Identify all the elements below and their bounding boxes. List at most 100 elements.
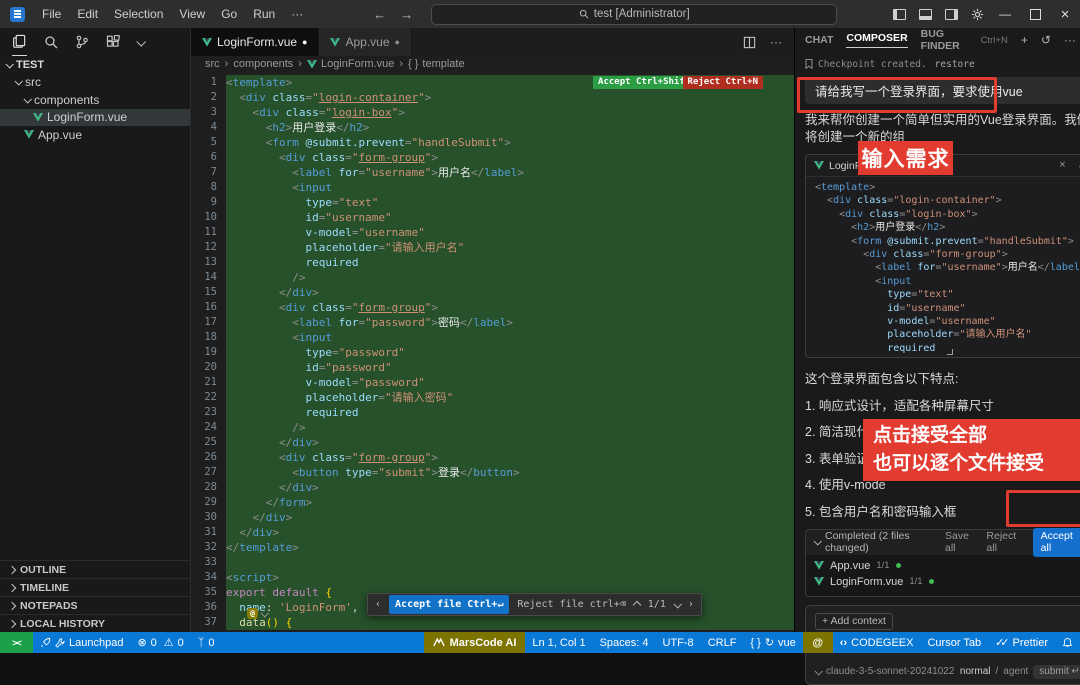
code-line[interactable]: 10 id="username" bbox=[191, 210, 794, 225]
next-change-icon[interactable] bbox=[673, 600, 681, 608]
reject-file-button[interactable]: Reject file ctrl+⌫ bbox=[517, 597, 625, 612]
preview-close-icon[interactable]: × bbox=[1059, 159, 1065, 172]
tree-item-components[interactable]: components bbox=[0, 91, 190, 109]
code-line[interactable]: 15 </div> bbox=[191, 285, 794, 300]
code-line[interactable]: 4 <h2>用户登录</h2> bbox=[191, 120, 794, 135]
code-line[interactable]: 24 /> bbox=[191, 420, 794, 435]
cursor-tab-item[interactable]: Cursor Tab bbox=[920, 632, 988, 653]
collapse-icon[interactable] bbox=[813, 537, 821, 545]
model-selector[interactable]: claude-3-5-sonnet-20241022 bbox=[826, 666, 954, 677]
changed-file-app-vue[interactable]: App.vue1/1 bbox=[814, 558, 1080, 574]
code-line[interactable]: 6 <div class="form-group"> bbox=[191, 150, 794, 165]
accept-file-button[interactable]: Accept file Ctrl+↵ bbox=[389, 595, 509, 614]
add-context-chip[interactable]: + Add context bbox=[815, 613, 893, 630]
menu-item-···[interactable]: ··· bbox=[283, 7, 311, 21]
extensions-icon[interactable] bbox=[106, 29, 120, 56]
code-line[interactable]: 25 </div> bbox=[191, 435, 794, 450]
mode-normal[interactable]: normal bbox=[960, 666, 991, 677]
code-line[interactable]: 30 </div> bbox=[191, 510, 794, 525]
menu-item-edit[interactable]: Edit bbox=[69, 7, 106, 21]
maximize-button[interactable] bbox=[1020, 0, 1050, 28]
changed-file-loginform-vue[interactable]: LoginForm.vue1/1 bbox=[814, 574, 1080, 590]
encoding-item[interactable]: UTF-8 bbox=[656, 632, 701, 653]
code-line[interactable]: 37 data() { bbox=[191, 615, 794, 630]
code-line[interactable]: 9 type="text" bbox=[191, 195, 794, 210]
minimize-button[interactable]: — bbox=[990, 0, 1020, 28]
expand-code-icon[interactable] bbox=[947, 349, 953, 355]
breadcrumb-item[interactable]: components bbox=[233, 58, 293, 70]
code-line[interactable]: 7 <label for="username">用户名</label> bbox=[191, 165, 794, 180]
section-local-history[interactable]: LOCAL HISTORY bbox=[0, 614, 190, 632]
cursor-position-item[interactable]: Ln 1, Col 1 bbox=[525, 632, 592, 653]
code-line[interactable]: 22 placeholder="请输入密码" bbox=[191, 390, 794, 405]
remote-indicator[interactable]: >< bbox=[0, 632, 33, 653]
code-line[interactable]: 26 <div class="form-group"> bbox=[191, 450, 794, 465]
history-icon[interactable]: ↺ bbox=[1041, 33, 1051, 47]
language-mode-item[interactable]: { } ↻ vue bbox=[743, 632, 802, 653]
breadcrumb-item[interactable]: src bbox=[205, 58, 220, 70]
tree-item-loginform-vue[interactable]: LoginForm.vue bbox=[0, 109, 190, 127]
code-line[interactable]: 31 </div> bbox=[191, 525, 794, 540]
restore-link[interactable]: restore bbox=[935, 59, 975, 70]
next-file-icon[interactable]: › bbox=[688, 597, 694, 612]
menu-item-view[interactable]: View bbox=[171, 7, 213, 21]
chevron-down-icon[interactable] bbox=[137, 29, 144, 56]
forward-arrow-icon[interactable]: → bbox=[400, 7, 413, 22]
section-timeline[interactable]: TIMELINE bbox=[0, 578, 190, 596]
toggle-sidebar-icon[interactable] bbox=[886, 0, 912, 28]
prettier-item[interactable]: ✓✓ Prettier bbox=[988, 632, 1055, 653]
code-line[interactable]: 27 <button type="submit">登录</button> bbox=[191, 465, 794, 480]
prev-change-icon[interactable] bbox=[633, 600, 641, 608]
code-line[interactable]: 14 /> bbox=[191, 270, 794, 285]
code-line[interactable]: 28 </div> bbox=[191, 480, 794, 495]
section-outline[interactable]: OUTLINE bbox=[0, 560, 190, 578]
submit-button[interactable]: submit ↵ bbox=[1033, 665, 1080, 679]
mode-agent[interactable]: agent bbox=[1003, 666, 1028, 677]
tree-item-src[interactable]: src bbox=[0, 74, 190, 92]
toggle-secondary-sidebar-icon[interactable] bbox=[938, 0, 964, 28]
explorer-icon[interactable] bbox=[12, 28, 27, 56]
breadcrumb-item[interactable]: LoginForm.vue bbox=[307, 58, 394, 70]
menu-item-file[interactable]: File bbox=[34, 7, 69, 21]
code-line[interactable]: 13 required bbox=[191, 255, 794, 270]
accept-all-button[interactable]: Accept all bbox=[1033, 528, 1080, 557]
command-search[interactable]: test [Administrator] bbox=[431, 4, 837, 25]
code-line[interactable]: 11 v-model="username" bbox=[191, 225, 794, 240]
more-actions-icon[interactable]: ··· bbox=[770, 35, 782, 49]
tab-app-vue[interactable]: App.vue● bbox=[319, 28, 411, 56]
breadcrumb-item[interactable]: { }template bbox=[408, 58, 465, 70]
code-editor[interactable]: 1<template>2 <div class="login-container… bbox=[191, 72, 794, 632]
tab-chat[interactable]: CHAT bbox=[805, 34, 833, 46]
menu-item-selection[interactable]: Selection bbox=[106, 7, 171, 21]
code-line[interactable]: 2 <div class="login-container"> bbox=[191, 90, 794, 105]
ports-item[interactable]: ᛉ0 bbox=[191, 632, 222, 653]
menu-item-go[interactable]: Go bbox=[213, 7, 245, 21]
code-line[interactable]: 5 <form @submit.prevent="handleSubmit"> bbox=[191, 135, 794, 150]
code-line[interactable]: 16 <div class="form-group"> bbox=[191, 300, 794, 315]
eol-item[interactable]: CRLF bbox=[701, 632, 744, 653]
notifications-bell-icon[interactable] bbox=[1055, 632, 1080, 653]
search-view-icon[interactable] bbox=[44, 29, 58, 56]
marscode-gold-icon[interactable]: @ bbox=[803, 632, 833, 653]
tab-bug-finder[interactable]: BUG FINDER bbox=[921, 28, 968, 52]
indentation-item[interactable]: Spaces: 4 bbox=[593, 632, 656, 653]
section-notepads[interactable]: NOTEPADS bbox=[0, 596, 190, 614]
save-all-link[interactable]: Save all bbox=[945, 530, 976, 554]
code-line[interactable]: 17 <label for="password">密码</label> bbox=[191, 315, 794, 330]
code-line[interactable]: 19 type="password" bbox=[191, 345, 794, 360]
toggle-panel-icon[interactable] bbox=[912, 0, 938, 28]
codegeex-item[interactable]: ‹› CODEGEEX bbox=[833, 632, 921, 653]
gear-icon[interactable] bbox=[964, 0, 990, 28]
code-line[interactable]: 8 <input bbox=[191, 180, 794, 195]
code-line[interactable]: 18 <input bbox=[191, 330, 794, 345]
tree-item-test[interactable]: TEST bbox=[0, 56, 190, 74]
reject-diff-button[interactable]: Reject Ctrl+N bbox=[683, 76, 763, 89]
menu-item-run[interactable]: Run bbox=[245, 7, 283, 21]
reject-all-link[interactable]: Reject all bbox=[986, 530, 1022, 554]
code-line[interactable]: 21 v-model="password" bbox=[191, 375, 794, 390]
problems-item[interactable]: ⊗0 ⚠0 bbox=[130, 632, 190, 653]
code-line[interactable]: 12 placeholder="请输入用户名" bbox=[191, 240, 794, 255]
new-session-icon[interactable]: + bbox=[1021, 33, 1028, 47]
prev-file-icon[interactable]: ‹ bbox=[375, 597, 381, 612]
code-line[interactable]: 34<script> bbox=[191, 570, 794, 585]
